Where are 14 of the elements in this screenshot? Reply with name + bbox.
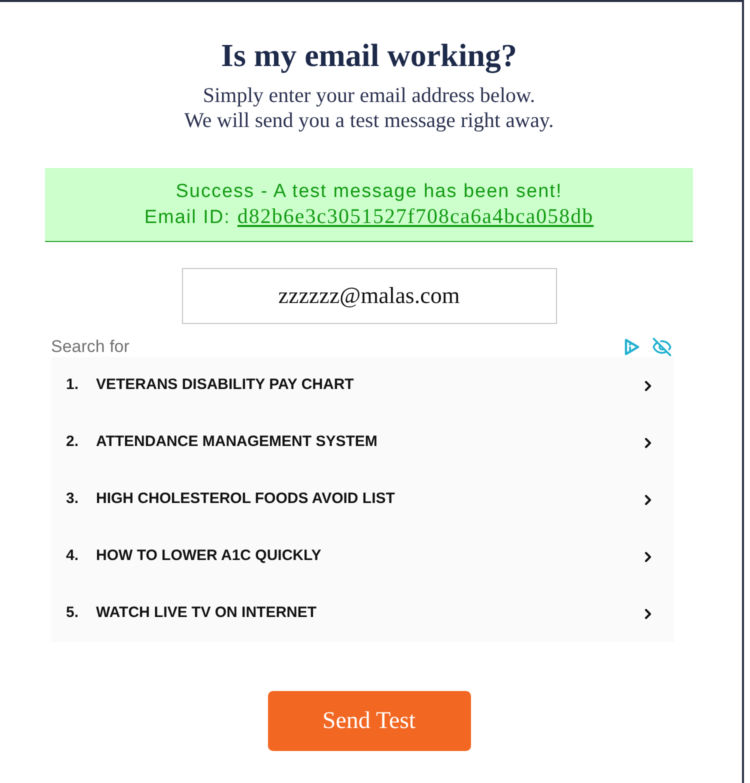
info-triangle-icon[interactable]: [624, 338, 640, 356]
search-result-link[interactable]: 3. HIGH CHOLESTEROL FOODS AVOID LIST: [51, 471, 674, 528]
page-title: Is my email working?: [221, 36, 517, 75]
success-message: Success - A test message has been sent!: [176, 180, 562, 204]
search-result-link[interactable]: 1. VETERANS DISABILITY PAY CHART: [51, 357, 674, 414]
email-input[interactable]: zzzzzz@malas.com: [182, 268, 556, 324]
search-result-link[interactable]: 4. HOW TO LOWER A1C QUICKLY: [51, 528, 674, 585]
subtitle-line: We will send you a test message right away.: [184, 108, 554, 133]
search-result-link[interactable]: 5. WATCH LIVE TV ON INTERNET: [51, 585, 674, 642]
email-id-label: Email ID:: [144, 206, 230, 230]
search-result-link[interactable]: 2. ATTENDANCE MANAGEMENT SYSTEM: [51, 414, 674, 471]
search-for-label: Search for: [51, 337, 130, 357]
subtitle-line: Simply enter your email address below.: [202, 83, 536, 108]
eye-slash-icon[interactable]: [652, 337, 672, 357]
